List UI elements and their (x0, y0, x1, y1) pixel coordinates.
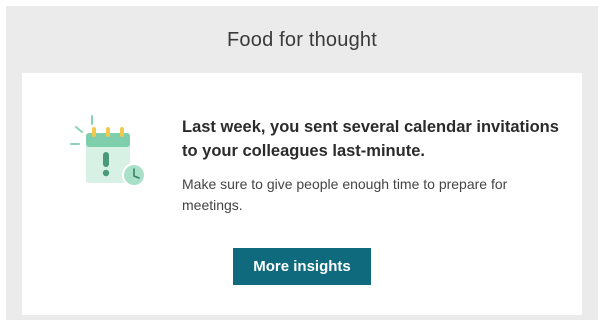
more-insights-button[interactable]: More insights (233, 248, 371, 285)
insight-panel: Food for thought Last week, you sent sev… (6, 6, 598, 320)
calendar-ring (120, 127, 124, 137)
insight-headline: Last week, you sent several calendar inv… (182, 118, 559, 160)
insight-description: Make sure to give people enough time to … (182, 176, 508, 213)
exclamation-stroke (103, 152, 109, 167)
calendar-alert-clock-icon (70, 115, 146, 187)
sparkle-mark (75, 126, 83, 133)
calendar-ring (106, 127, 110, 137)
exclamation-dot (102, 169, 110, 177)
panel-title: Food for thought (227, 29, 377, 51)
calendar-ring (92, 127, 96, 137)
insight-card: Last week, you sent several calendar inv… (22, 73, 582, 315)
